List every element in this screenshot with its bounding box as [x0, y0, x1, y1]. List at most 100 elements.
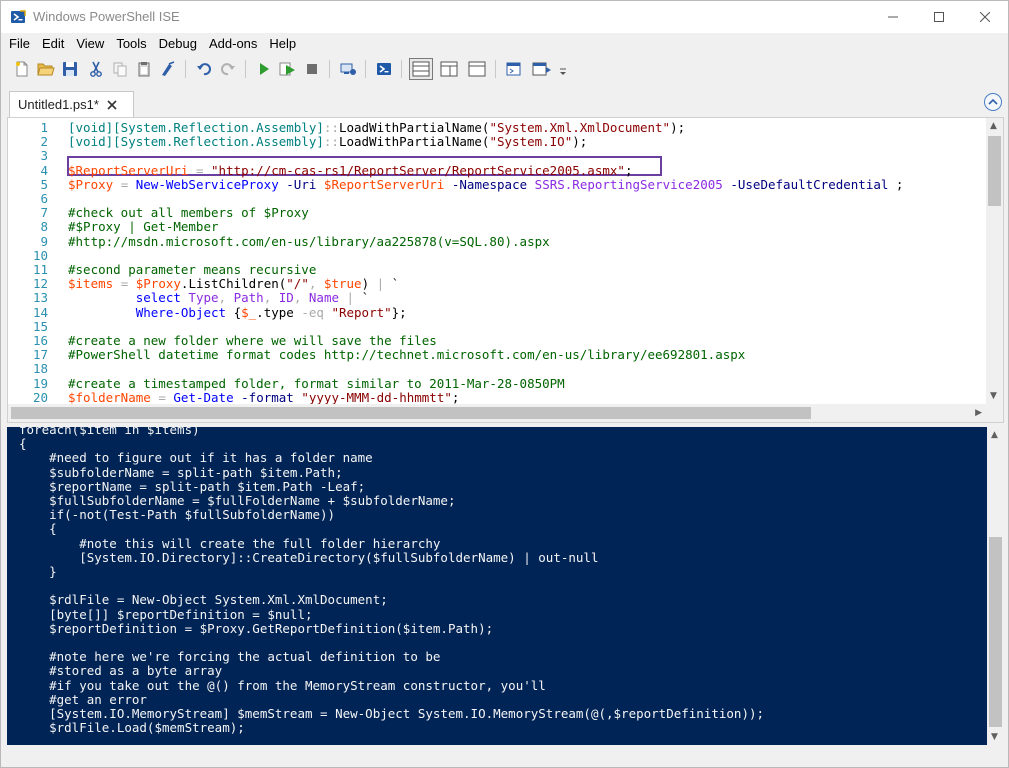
save-button[interactable] [59, 58, 81, 80]
script-line[interactable]: 8 #$Proxy | Get-Member [8, 220, 986, 234]
code-token: #check out all members of $Proxy [68, 205, 309, 221]
copy-button[interactable] [109, 58, 131, 80]
line-number: 16 [32, 333, 48, 348]
script-line[interactable]: 20 $folderName = Get-Date -format "yyyy-M… [8, 389, 986, 404]
script-editor[interactable]: 1 [void][System.Reflection.Assembly]::Loa… [7, 117, 1004, 423]
menu-file[interactable]: File [3, 34, 36, 54]
code-token: #http://msdn.microsoft.com/en-us/library… [68, 233, 550, 249]
line-number: 19 [32, 375, 48, 391]
console-vertical-scrollbar[interactable]: ▲ ▼ [987, 427, 1004, 745]
run-script-button[interactable] [253, 58, 275, 80]
toolbar-separator [245, 60, 246, 78]
editor-hscroll-thumb[interactable] [11, 407, 811, 419]
show-command-addon-icon [532, 62, 551, 76]
line-number: 2 [40, 134, 48, 150]
menu-debug[interactable]: Debug [153, 34, 203, 54]
script-line[interactable]: 7 #check out all members of $Proxy [8, 205, 986, 221]
line-number: 12 [32, 276, 48, 292]
open-button[interactable] [35, 58, 57, 80]
editor-vscroll-thumb[interactable] [988, 136, 1001, 206]
console-line: #get an error [19, 691, 147, 707]
script-line[interactable]: 13 select Type, Path, ID, Name | ` [8, 291, 986, 305]
show-command-add-on-button[interactable] [531, 58, 553, 80]
show-script-pane-top-button[interactable] [409, 58, 433, 80]
menu-view[interactable]: View [70, 34, 110, 54]
show-script-pane-right-button[interactable] [437, 58, 461, 80]
script-line[interactable]: 1 [void][System.Reflection.Assembly]::Loa… [8, 120, 986, 135]
script-line[interactable]: 16 #create a new folder where we will sav… [8, 333, 986, 348]
script-line[interactable]: 6 [8, 191, 986, 206]
script-line[interactable]: 19 #create a timestamped folder, format s… [8, 375, 986, 391]
code-token: [System.Reflection.Assembly] [113, 120, 324, 135]
script-code-area[interactable]: 1 [void][System.Reflection.Assembly]::Loa… [8, 118, 986, 404]
line-number: 9 [40, 233, 48, 249]
script-line[interactable]: 17 #PowerShell datetime format codes http… [8, 347, 986, 363]
editor-vertical-scrollbar[interactable]: ▲ ▼ [986, 118, 1003, 404]
close-window-button[interactable] [962, 1, 1008, 33]
minimize-button[interactable] [870, 1, 916, 33]
scroll-down-arrow-icon[interactable]: ▼ [990, 391, 997, 401]
script-line[interactable]: 5 $Proxy = New-WebServiceProxy -Uri $Repo… [8, 177, 986, 192]
toolbar-overflow-button[interactable] [557, 65, 569, 79]
line-code: [void][System.Reflection.Assembly]::Load… [68, 120, 685, 135]
code-token: ); [572, 134, 588, 150]
code-token: "/" [286, 276, 309, 292]
code-token: Type [188, 290, 219, 306]
script-line[interactable]: 15 [8, 319, 986, 334]
undo-button[interactable] [193, 58, 215, 80]
paste-button[interactable] [133, 58, 155, 80]
code-token: $items [68, 276, 114, 292]
scroll-right-arrow-icon[interactable]: ▶ [975, 408, 982, 418]
script-line[interactable]: 12 $items = $Proxy.ListChildren("/", $tru… [8, 276, 986, 292]
console-vscroll-thumb[interactable] [989, 537, 1002, 727]
menu-add-ons[interactable]: Add-ons [203, 34, 263, 54]
scroll-down-arrow-icon[interactable]: ▼ [991, 732, 998, 742]
console-output[interactable]: foreach($item in $items){ #need to figur… [7, 427, 987, 745]
code-token: #PowerShell datetime format codes http:/… [68, 347, 746, 363]
editor-horizontal-scrollbar[interactable]: ▶ [8, 404, 986, 422]
line-code: $folderName = Get-Date -format "yyyy-MMM… [68, 389, 459, 404]
console-line: $rdlFile = New-Object System.Xml.XmlDocu… [19, 592, 388, 608]
script-line[interactable]: 2 [void][System.Reflection.Assembly]::Loa… [8, 134, 986, 150]
tab-close-button[interactable] [107, 99, 117, 110]
menu-edit[interactable]: Edit [36, 34, 70, 54]
code-token: Name [308, 290, 339, 306]
show-command-window-button[interactable] [503, 58, 525, 80]
show-script-pane-maximized-button[interactable] [465, 58, 489, 80]
toolbar-overflow-icon [560, 68, 566, 75]
console-line: if(-not(Test-Path $fullSubfolderName)) [19, 507, 336, 523]
script-line[interactable]: 11 #second parameter means recursive [8, 262, 986, 277]
script-line[interactable]: 3 [8, 149, 986, 163]
cut-button[interactable] [85, 58, 107, 80]
code-token: .type [256, 304, 302, 320]
start-powershell-button[interactable] [373, 58, 395, 80]
scroll-up-arrow-icon[interactable]: ▲ [990, 121, 997, 131]
new-file-button[interactable] [11, 58, 33, 80]
script-line[interactable]: 10 [8, 248, 986, 263]
redo-button[interactable] [217, 58, 239, 80]
console-pane[interactable]: foreach($item in $items){ #need to figur… [7, 427, 1004, 745]
run-selection-button[interactable] [277, 58, 299, 80]
script-line[interactable]: 18 [8, 362, 986, 376]
code-token: "System.Xml.XmlDocument" [489, 120, 671, 135]
code-token: $_ [241, 304, 257, 320]
maximize-button[interactable] [916, 1, 962, 33]
menu-help[interactable]: Help [263, 34, 302, 54]
line-number: 20 [32, 389, 48, 404]
clear-console-button[interactable] [157, 58, 179, 80]
script-line[interactable]: 9 #http://msdn.microsoft.com/en-us/librar… [8, 233, 986, 249]
new-remote-powershell-tab-button[interactable] [337, 58, 359, 80]
code-token: Get-Date [173, 389, 234, 404]
script-line[interactable]: 4 $ReportServerUri = "http://cm-cas-rs1/R… [8, 163, 986, 178]
menu-tools[interactable]: Tools [110, 34, 152, 54]
tab-untitled1[interactable]: Untitled1.ps1* [9, 91, 134, 117]
stop-button[interactable] [301, 58, 323, 80]
collapse-script-pane-button[interactable] [984, 93, 1002, 111]
scroll-up-arrow-icon[interactable]: ▲ [991, 430, 998, 440]
script-line[interactable]: 14 Where-Object {$_.type -eq "Report"}; [8, 304, 986, 320]
line-number: 14 [32, 304, 48, 320]
line-code: #create a timestamped folder, format sim… [68, 376, 565, 391]
